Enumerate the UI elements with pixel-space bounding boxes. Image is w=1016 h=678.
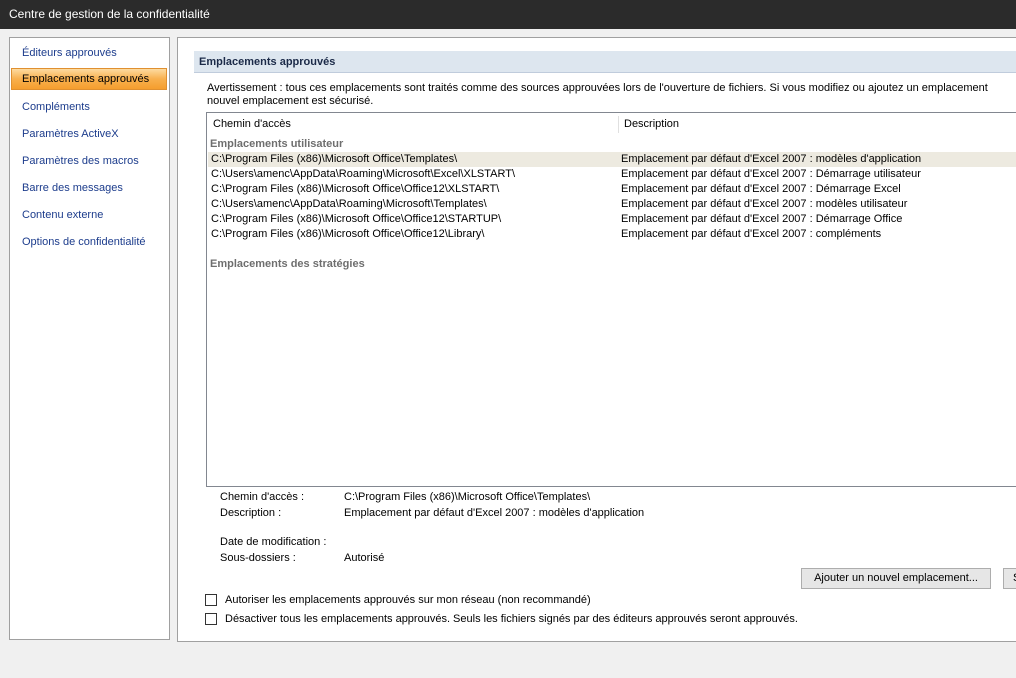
sidebar-item-privacy-options[interactable]: Options de confidentialité [11, 231, 167, 253]
row-path: C:\Users\amenc\AppData\Roaming\Microsoft… [211, 198, 487, 210]
sidebar-item-message-bar[interactable]: Barre des messages [11, 177, 167, 199]
row-path: C:\Program Files (x86)\Microsoft Office\… [211, 153, 458, 165]
network-locations-label[interactable]: Autoriser les emplacements approuvés sur… [225, 594, 591, 606]
network-locations-checkbox[interactable] [205, 594, 217, 606]
sidebar-item-activex[interactable]: Paramètres ActiveX [11, 123, 167, 145]
detail-subfolders-label: Sous-dossiers : [220, 552, 296, 564]
disable-locations-checkbox[interactable] [205, 613, 217, 625]
section-header: Emplacements approuvés [194, 51, 1016, 73]
column-header-description[interactable]: Description [618, 113, 1016, 135]
sidebar-item-macros[interactable]: Paramètres des macros [11, 150, 167, 172]
table-row[interactable]: C:\Users\amenc\AppData\Roaming\Microsoft… [208, 167, 1016, 182]
row-path: C:\Program Files (x86)\Microsoft Office\… [211, 213, 502, 225]
detail-description-value: Emplacement par défaut d'Excel 2007 : mo… [344, 507, 645, 519]
detail-modified-label: Date de modification : [220, 536, 327, 548]
sidebar: Éditeurs approuvés Emplacements approuvé… [9, 37, 170, 640]
sidebar-item-external-content[interactable]: Contenu externe [11, 204, 167, 226]
row-description: Emplacement par défaut d'Excel 2007 : mo… [621, 153, 922, 165]
row-description: Emplacement par défaut d'Excel 2007 : co… [621, 228, 882, 240]
next-button-partial[interactable]: S [1003, 568, 1016, 589]
disable-locations-label[interactable]: Désactiver tous les emplacements approuv… [225, 613, 798, 625]
trusted-locations-list[interactable]: Chemin d'accès Description Emplacements … [206, 112, 1016, 487]
sidebar-item-trusted-locations[interactable]: Emplacements approuvés [11, 68, 167, 90]
sidebar-item-trusted-publishers[interactable]: Éditeurs approuvés [11, 42, 167, 64]
row-path: C:\Program Files (x86)\Microsoft Office\… [211, 183, 500, 195]
detail-path-value: C:\Program Files (x86)\Microsoft Office\… [344, 491, 591, 503]
row-description: Emplacement par défaut d'Excel 2007 : Dé… [621, 168, 921, 180]
table-row[interactable]: C:\Program Files (x86)\Microsoft Office\… [208, 212, 1016, 227]
table-row[interactable]: C:\Program Files (x86)\Microsoft Office\… [208, 227, 1016, 242]
group-user-locations: Emplacements utilisateur [210, 138, 344, 150]
table-row[interactable]: C:\Program Files (x86)\Microsoft Office\… [208, 152, 1016, 167]
detail-description-label: Description : [220, 507, 282, 519]
table-row[interactable]: C:\Users\amenc\AppData\Roaming\Microsoft… [208, 197, 1016, 212]
detail-subfolders-value: Autorisé [344, 552, 385, 564]
column-header-path[interactable]: Chemin d'accès [207, 113, 618, 135]
main-panel: Emplacements approuvés Avertissement : t… [177, 37, 1016, 642]
warning-text: Avertissement : tous ces emplacements so… [207, 82, 988, 107]
window-title: Centre de gestion de la confidentialité [0, 0, 1016, 29]
row-description: Emplacement par défaut d'Excel 2007 : Dé… [621, 183, 901, 195]
row-path: C:\Users\amenc\AppData\Roaming\Microsoft… [211, 168, 516, 180]
add-location-button[interactable]: Ajouter un nouvel emplacement... [801, 568, 991, 589]
group-policy-locations: Emplacements des stratégies [210, 258, 365, 270]
row-description: Emplacement par défaut d'Excel 2007 : Dé… [621, 213, 903, 225]
sidebar-item-addins[interactable]: Compléments [11, 96, 167, 118]
row-description: Emplacement par défaut d'Excel 2007 : mo… [621, 198, 908, 210]
table-row[interactable]: C:\Program Files (x86)\Microsoft Office\… [208, 182, 1016, 197]
detail-path-label: Chemin d'accès : [220, 491, 305, 503]
row-path: C:\Program Files (x86)\Microsoft Office\… [211, 228, 485, 240]
